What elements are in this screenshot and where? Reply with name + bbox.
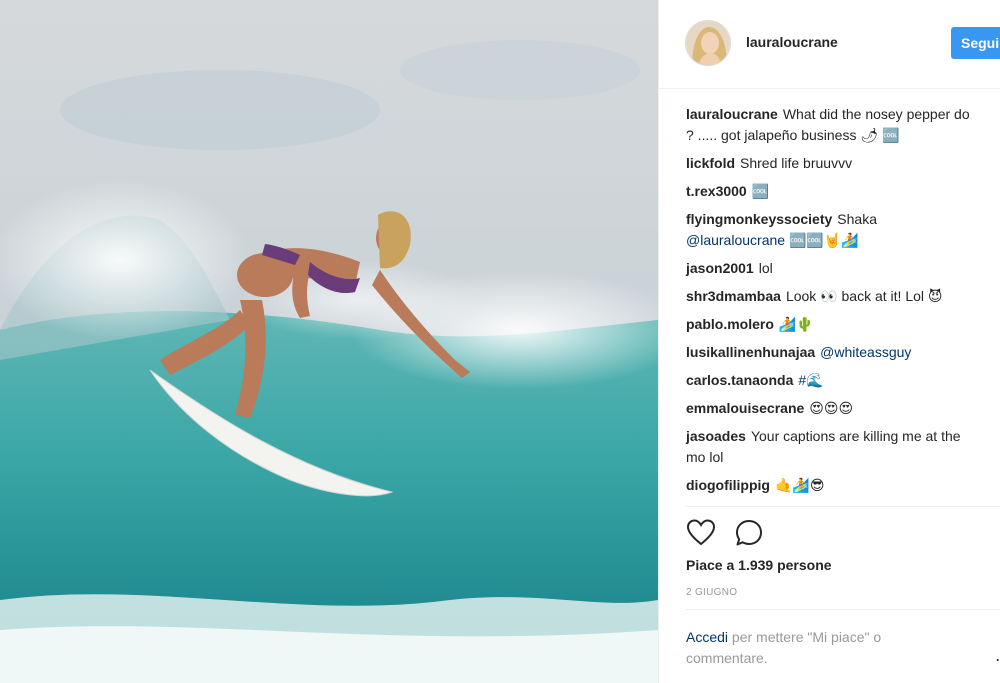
comment-item: emmalouisecrane 😍😍😍 <box>686 398 1000 419</box>
comment-item: t.rex3000 🆒 <box>686 181 1000 202</box>
comment-item: lusikallinenhunajaa @whiteassguy <box>686 342 1000 363</box>
comment-mention[interactable]: @whiteassguy <box>820 344 911 360</box>
comment-username[interactable]: emmalouisecrane <box>686 400 804 416</box>
comment-text: Shaka <box>837 211 877 227</box>
post-header: lauraloucrane Segui <box>659 0 1000 89</box>
post-date: 2 GIUGNO <box>686 587 738 598</box>
divider <box>685 609 1000 610</box>
comment-item: jason2001 lol <box>686 258 1000 279</box>
comment-item: shr3dmambaa Look 👀 back at it! Lol 😈 <box>686 286 1000 307</box>
comment-text: 😍😍😍 <box>809 400 854 416</box>
comment-username[interactable]: diogofilippig <box>686 477 770 493</box>
comment-text: Look 👀 back at it! Lol 😈 <box>785 288 943 304</box>
comment-text-continued: ? ..... got jalapeño business 🌶 🆒 <box>686 127 900 143</box>
comment-icon[interactable] <box>734 518 764 548</box>
comment-text: 🆒 <box>751 183 770 199</box>
comment-username[interactable]: carlos.tanaonda <box>686 372 793 388</box>
surfing-photo-illustration <box>0 0 658 683</box>
comment-text-continued: mo lol <box>686 449 724 465</box>
comment-text: 🏄🌵 <box>778 316 814 332</box>
comment-text: Your captions are killing me at the <box>750 428 961 444</box>
instagram-post-view: lauraloucrane Segui lauraloucrane What di… <box>0 0 1000 683</box>
comment-hashtag[interactable]: #🌊 <box>798 372 823 388</box>
comment-username[interactable]: lauraloucrane <box>686 106 778 122</box>
comment-username[interactable]: t.rex3000 <box>686 183 747 199</box>
comment-text: 🤙🏄😎 <box>774 477 825 493</box>
comment-item: jasoades Your captions are killing me at … <box>686 426 1000 468</box>
author-username[interactable]: lauraloucrane <box>746 34 838 50</box>
comment-username[interactable]: jason2001 <box>686 260 754 276</box>
comment-item: pablo.molero 🏄🌵 <box>686 314 1000 335</box>
more-options-icon[interactable]: ⋯ <box>995 650 1000 670</box>
comment-username[interactable]: lusikallinenhunajaa <box>686 344 815 360</box>
comment-list: lauraloucrane What did the nosey pepper d… <box>686 104 1000 503</box>
comment-username[interactable]: pablo.molero <box>686 316 774 332</box>
login-link[interactable]: Accedi <box>686 629 728 645</box>
comment-text: Shred life bruuvvv <box>740 155 853 171</box>
comment-caption: lauraloucrane What did the nosey pepper d… <box>686 104 1000 146</box>
comment-emoji: 🆒🆒🤘🏄 <box>788 232 859 248</box>
login-prompt: Accedi per mettere "Mi piace" o commenta… <box>686 627 946 669</box>
post-actions <box>686 518 778 550</box>
avatar-image <box>686 21 730 65</box>
likes-count[interactable]: Piace a 1.939 persone <box>686 557 832 573</box>
comment-text: lol <box>758 260 773 276</box>
divider <box>685 506 1000 507</box>
comment-username[interactable]: jasoades <box>686 428 746 444</box>
follow-button[interactable]: Segui <box>951 27 1000 59</box>
comment-item: flyingmonkeyssociety Shaka @lauraloucrane… <box>686 209 1000 251</box>
comment-mention[interactable]: @lauraloucrane <box>686 232 785 248</box>
comment-item: diogofilippig 🤙🏄😎 <box>686 475 1000 496</box>
comment-item: carlos.tanaonda #🌊 <box>686 370 1000 391</box>
comment-username[interactable]: shr3dmambaa <box>686 288 781 304</box>
avatar[interactable] <box>685 20 731 66</box>
comment-text: What did the nosey pepper do <box>782 106 970 122</box>
post-side-panel: lauraloucrane Segui lauraloucrane What di… <box>658 0 1000 683</box>
comment-username[interactable]: flyingmonkeyssociety <box>686 211 832 227</box>
comment-item: lickfold Shred life bruuvvv <box>686 153 1000 174</box>
post-photo[interactable] <box>0 0 658 683</box>
heart-icon[interactable] <box>686 518 716 548</box>
comment-username[interactable]: lickfold <box>686 155 735 171</box>
